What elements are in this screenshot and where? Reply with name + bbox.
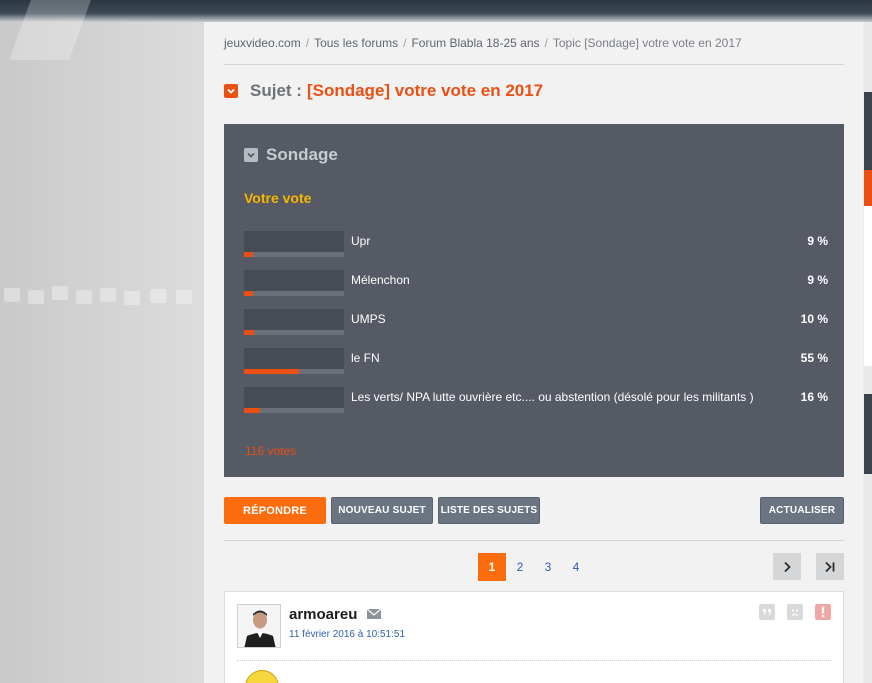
breadcrumb-separator: /: [305, 36, 310, 50]
last-page-icon: [825, 561, 835, 572]
chevron-down-icon[interactable]: [244, 148, 258, 162]
breadcrumb-current-topic: Topic [Sondage] votre vote en 2017: [552, 36, 742, 50]
your-vote-label: Votre vote: [244, 190, 312, 206]
forum-main-panel: jeuxvideo.com / Tous les forums / Forum Blab…: [204, 22, 863, 683]
poll-option-name: Les verts/ NPA lutte ouvrière etc.... ou…: [351, 390, 754, 404]
avatar[interactable]: [237, 604, 281, 648]
chevron-down-icon[interactable]: [224, 84, 238, 98]
page-1-link[interactable]: 1: [478, 553, 506, 581]
next-page-button[interactable]: [773, 553, 801, 580]
topic-subject: [Sondage] votre vote en 2017: [306, 81, 544, 100]
poll-option: 55 % le FN: [244, 348, 834, 374]
new-topic-button[interactable]: NOUVEAU SUJET: [331, 497, 433, 524]
refresh-button[interactable]: ACTUALISER: [760, 497, 844, 524]
poll-option-percent: 9 %: [807, 273, 828, 287]
sad-face-icon[interactable]: [787, 604, 803, 620]
poll-option: 9 % Upr: [244, 231, 834, 257]
post-author[interactable]: armoareu: [289, 606, 357, 623]
poll-option-name: Mélenchon: [351, 273, 410, 287]
post-date[interactable]: 11 février 2016 à 10:51:51: [289, 629, 405, 640]
last-page-button[interactable]: [816, 553, 844, 580]
page-2-link[interactable]: 2: [506, 553, 534, 581]
smiley-icon: [245, 670, 279, 683]
chevron-right-icon: [784, 561, 791, 572]
user-avatar-image: [238, 605, 280, 647]
poll-panel: Sondage Votre vote 9 % Upr 9 % Mélenchon…: [224, 124, 844, 477]
background-decoration: [0, 0, 204, 683]
breadcrumb: jeuxvideo.com / Tous les forums / Forum Blab…: [224, 36, 742, 50]
topic-title: Sujet : [Sondage] votre vote en 2017: [224, 81, 543, 101]
right-sidebar-edge: [863, 22, 872, 683]
topic-label: Sujet :: [250, 81, 302, 100]
poll-option-name: le FN: [351, 351, 380, 365]
poll-title: Sondage: [266, 145, 338, 164]
reply-button[interactable]: RÉPONDRE: [224, 497, 326, 524]
poll-option-name: UMPS: [351, 312, 386, 326]
poll-option-percent: 16 %: [800, 390, 828, 404]
alert-icon[interactable]: [815, 604, 831, 620]
mail-icon[interactable]: [367, 609, 381, 619]
total-votes: 116 votes: [245, 444, 297, 458]
quote-icon[interactable]: [759, 604, 775, 620]
breadcrumb-all-forums[interactable]: Tous les forums: [314, 36, 398, 50]
topic-list-button[interactable]: LISTE DES SUJETS: [438, 497, 540, 524]
divider: [224, 540, 844, 541]
poll-option-percent: 9 %: [807, 234, 828, 248]
poll-option: 16 % Les verts/ NPA lutte ouvrière etc..…: [244, 387, 834, 413]
breadcrumb-separator: /: [544, 36, 548, 50]
breadcrumb-home[interactable]: jeuxvideo.com: [224, 36, 301, 50]
page-4-link[interactable]: 4: [562, 553, 590, 581]
poll-option-percent: 55 %: [800, 351, 828, 365]
poll-option: 10 % UMPS: [244, 309, 834, 335]
breadcrumb-separator: /: [403, 36, 407, 50]
poll-heading: Sondage: [244, 145, 338, 165]
poll-option-name: Upr: [351, 234, 371, 248]
pagination: 1 2 3 4: [478, 553, 590, 581]
post-divider: [237, 660, 831, 661]
poll-option: 9 % Mélenchon: [244, 270, 834, 296]
poll-option-percent: 10 %: [800, 312, 828, 326]
forum-post: armoareu 11 février 2016 à 10:51:51: [224, 591, 844, 683]
breadcrumb-forum[interactable]: Forum Blabla 18-25 ans: [411, 36, 539, 50]
page-3-link[interactable]: 3: [534, 553, 562, 581]
divider: [224, 64, 844, 65]
